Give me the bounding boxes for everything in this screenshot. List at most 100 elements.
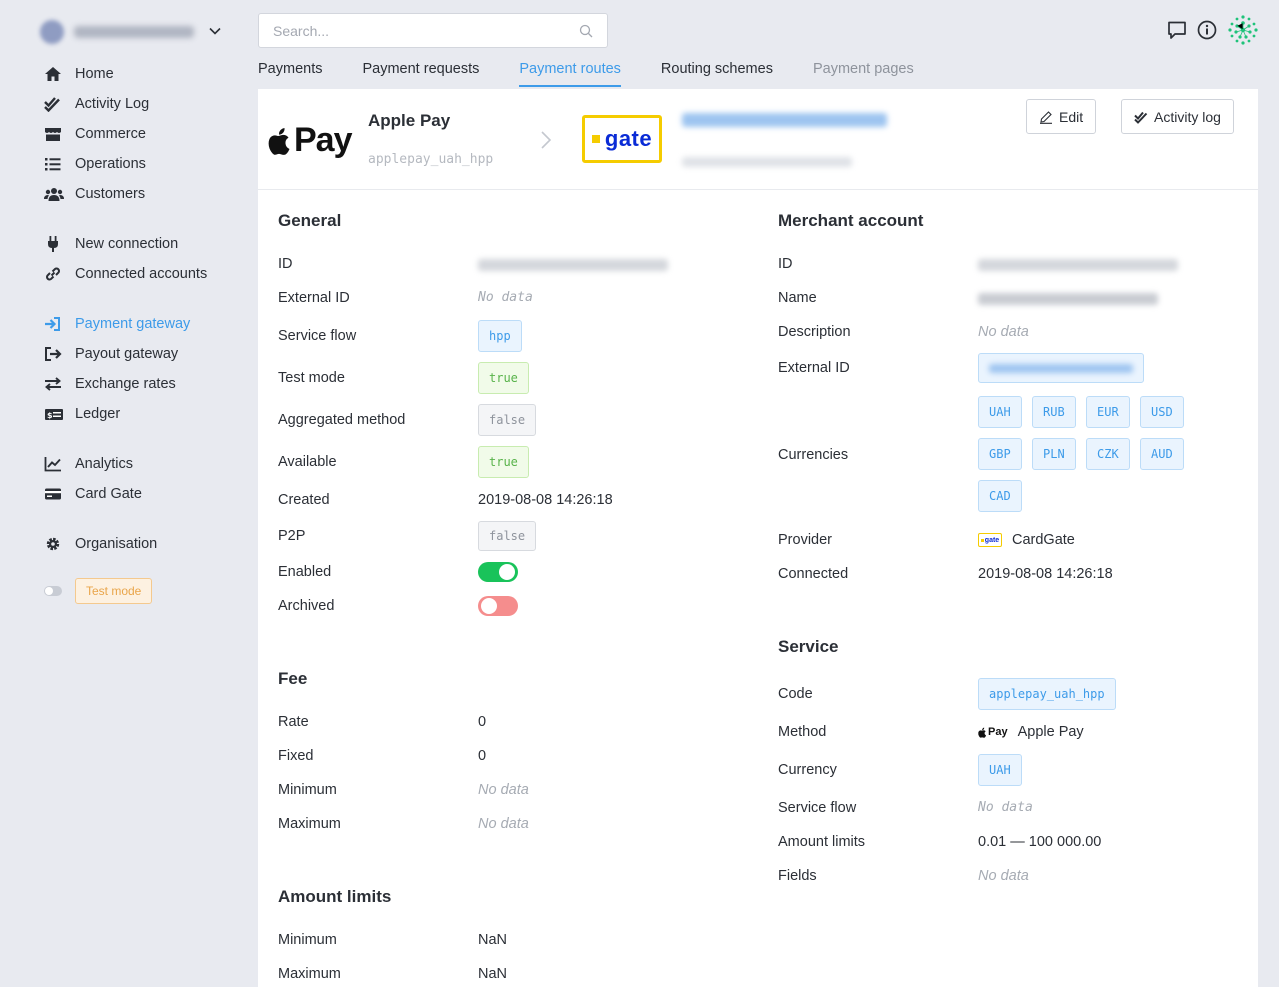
- pencil-icon: [1039, 110, 1053, 124]
- field-label-test-mode: Test mode: [278, 370, 345, 386]
- cardgate-logo-text: gate: [604, 126, 653, 151]
- sidebar-item-payment-gateway[interactable]: Payment gateway: [40, 312, 190, 336]
- sidebar-item-card-gate[interactable]: Card Gate: [40, 482, 142, 506]
- sidebar-item-home[interactable]: Home: [40, 62, 114, 86]
- activity-log-button[interactable]: Activity log: [1121, 99, 1234, 134]
- field-label-external-id: External ID: [278, 290, 350, 306]
- test-mode-toggle[interactable]: Test mode: [44, 578, 153, 604]
- list-icon: [40, 156, 66, 172]
- field-value-provider: gate CardGate: [978, 532, 1075, 548]
- cog-icon: [40, 536, 66, 552]
- info-icon[interactable]: [1197, 20, 1217, 40]
- account-switcher[interactable]: [40, 18, 230, 46]
- account-avatar: [40, 20, 64, 44]
- field-value-amount-limits: 0.01 — 100 000.00: [978, 834, 1102, 850]
- service-flow-badge: hpp: [478, 320, 522, 352]
- sidebar-item-connected-accounts[interactable]: Connected accounts: [40, 262, 207, 286]
- field-label-description: Description: [778, 324, 851, 340]
- search-box[interactable]: [258, 13, 608, 48]
- credit-card-icon: [40, 486, 66, 502]
- svg-text:$: $: [47, 411, 53, 420]
- sidebar-item-activity-log[interactable]: Activity Log: [40, 92, 149, 116]
- field-label-amount-limits: Amount limits: [778, 834, 866, 850]
- section-title-fee: Fee: [278, 669, 308, 688]
- chat-icon[interactable]: [1167, 20, 1187, 40]
- tab-routing-schemes[interactable]: Routing schemes: [661, 57, 773, 87]
- field-label-fee-minimum: Minimum: [278, 782, 337, 798]
- sidebar-item-operations[interactable]: Operations: [40, 152, 146, 176]
- field-value-limit-minimum: NaN: [478, 932, 508, 948]
- field-value-description: No data: [978, 324, 1029, 340]
- merchant-name-redacted: [978, 293, 1158, 305]
- currency-badge: CZK: [1086, 438, 1130, 470]
- chevron-down-icon[interactable]: [208, 24, 222, 38]
- field-value-service-flow: No data: [978, 800, 1033, 815]
- service-code-badge: applepay_uah_hpp: [978, 678, 1116, 710]
- tab-payment-pages[interactable]: Payment pages: [813, 57, 914, 87]
- section-title-general: General: [278, 211, 342, 230]
- search-input[interactable]: [273, 22, 579, 39]
- field-value-fee-minimum: No data: [478, 782, 529, 798]
- merchant-id-redacted: [978, 259, 1178, 271]
- merchant-external-id-redacted: [989, 363, 1133, 373]
- sidebar-item-label: Analytics: [75, 456, 134, 472]
- field-label-created: Created: [278, 492, 330, 508]
- sign-out-icon: [40, 346, 66, 362]
- provider-name: CardGate: [1012, 532, 1075, 548]
- route-id-redacted: [478, 259, 668, 271]
- exchange-icon: [40, 376, 66, 392]
- cardgate-logo: gate: [582, 115, 662, 163]
- currency-badge: UAH: [978, 396, 1022, 428]
- edit-button[interactable]: Edit: [1026, 99, 1097, 134]
- field-label-p2p: P2P: [278, 528, 306, 544]
- sidebar-item-exchange-rates[interactable]: Exchange rates: [40, 372, 176, 396]
- link-icon: [40, 266, 66, 282]
- toggle-switch[interactable]: [44, 586, 62, 596]
- merchant-external-id-badge: [978, 353, 1144, 383]
- archived-toggle[interactable]: [478, 596, 518, 616]
- route-code: applepay_uah_hpp: [368, 152, 494, 167]
- sidebar-item-ledger[interactable]: $ Ledger: [40, 402, 120, 426]
- tab-payments[interactable]: Payments: [258, 57, 322, 87]
- sidebar-item-customers[interactable]: Customers: [40, 182, 145, 206]
- field-label-merchant-name: Name: [778, 290, 817, 306]
- sidebar-item-label: Payout gateway: [75, 346, 179, 362]
- section-title-service: Service: [778, 637, 839, 656]
- users-icon: [40, 186, 66, 202]
- sidebar-item-new-connection[interactable]: New connection: [40, 232, 178, 256]
- field-label-code: Code: [778, 686, 813, 702]
- sidebar-item-label: Ledger: [75, 406, 121, 422]
- merchant-account-link-redacted[interactable]: [682, 113, 887, 127]
- available-badge: true: [478, 446, 529, 478]
- currency-badge: EUR: [1086, 396, 1130, 428]
- field-label-provider: Provider: [778, 532, 832, 548]
- sidebar-item-commerce[interactable]: Commerce: [40, 122, 146, 146]
- search-icon[interactable]: [579, 24, 593, 38]
- toggle-knob: [481, 598, 497, 614]
- sidebar-item-payout-gateway[interactable]: Payout gateway: [40, 342, 178, 366]
- activity-log-button-label: Activity log: [1154, 108, 1221, 125]
- field-label-aggregated-method: Aggregated method: [278, 412, 406, 428]
- test-mode-badge: true: [478, 362, 529, 394]
- currency-badge: CAD: [978, 480, 1022, 512]
- section-title-merchant-account: Merchant account: [778, 211, 924, 230]
- currency-badge: PLN: [1032, 438, 1076, 470]
- field-label-connected: Connected: [778, 566, 849, 582]
- plug-icon: [40, 236, 66, 252]
- method-name: Apple Pay: [1017, 724, 1084, 740]
- sidebar-item-label: Card Gate: [75, 486, 142, 502]
- enabled-toggle[interactable]: [478, 562, 518, 582]
- tab-payment-requests[interactable]: Payment requests: [362, 57, 479, 87]
- edit-button-label: Edit: [1059, 108, 1084, 125]
- double-check-icon: [1134, 110, 1148, 124]
- sidebar-item-organisation[interactable]: Organisation: [40, 532, 157, 556]
- sidebar-item-label: Exchange rates: [75, 376, 176, 392]
- sidebar-item-analytics[interactable]: Analytics: [40, 452, 133, 476]
- organisation-logo-icon[interactable]: [1227, 14, 1259, 46]
- currency-badge: RUB: [1032, 396, 1076, 428]
- tab-payment-routes[interactable]: Payment routes: [519, 57, 621, 87]
- top-actions: [1167, 14, 1259, 46]
- field-value-created: 2019-08-08 14:26:18: [478, 492, 613, 508]
- field-label-available: Available: [278, 454, 337, 470]
- home-icon: [40, 66, 66, 82]
